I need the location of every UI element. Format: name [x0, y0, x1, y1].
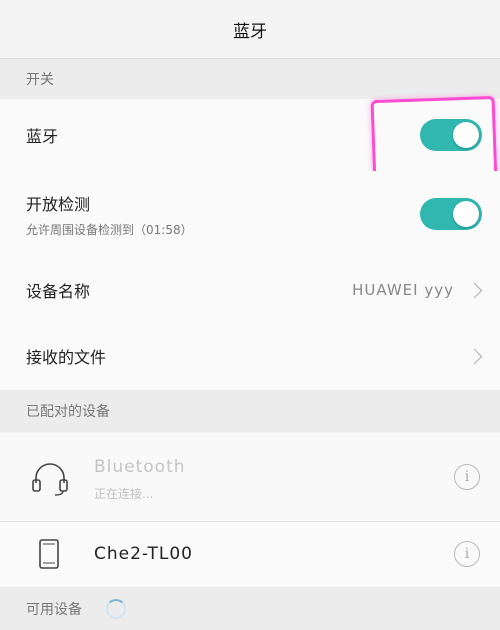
received-files-row[interactable]: 接收的文件	[0, 323, 500, 389]
chevron-right-icon	[466, 348, 483, 364]
page-title: 蓝牙	[233, 21, 267, 42]
device-name-value: HUAWEI yyy	[352, 281, 454, 299]
section-available: 可用设备	[0, 587, 500, 630]
visibility-label: 开放检测	[26, 195, 91, 214]
paired-device-name: Che2-TL00	[94, 544, 193, 564]
app-header: 蓝牙	[0, 0, 500, 59]
chevron-right-icon	[466, 282, 483, 298]
bluetooth-label: 蓝牙	[26, 127, 59, 146]
paired-device-row[interactable]: Bluetooth 正在连接... i	[0, 433, 500, 521]
device-name-row[interactable]: 设备名称 HUAWEI yyy	[0, 257, 500, 323]
visibility-subtitle: 允许周围设备检测到（01:58）	[26, 223, 193, 237]
section-paired-label: 已配对的设备	[26, 404, 110, 420]
toggle-knob	[453, 201, 479, 227]
received-files-label: 接收的文件	[26, 348, 107, 367]
paired-device-row[interactable]: Che2-TL00 i	[0, 522, 500, 586]
device-name-label: 设备名称	[26, 282, 91, 301]
section-available-label: 可用设备	[26, 601, 82, 618]
info-icon[interactable]: i	[454, 464, 480, 490]
visibility-row[interactable]: 开放检测 允许周围设备检测到（01:58）	[0, 171, 500, 257]
info-icon[interactable]: i	[454, 541, 480, 567]
paired-device-status: 正在连接...	[94, 487, 154, 501]
section-switch: 开关	[0, 59, 500, 99]
loading-spinner-icon	[106, 599, 126, 619]
paired-device-name: Bluetooth	[94, 457, 186, 477]
section-paired: 已配对的设备	[0, 390, 500, 432]
section-switch-label: 开关	[26, 72, 54, 88]
headset-icon	[32, 463, 68, 496]
visibility-toggle[interactable]	[420, 198, 482, 230]
phone-icon	[39, 539, 59, 569]
